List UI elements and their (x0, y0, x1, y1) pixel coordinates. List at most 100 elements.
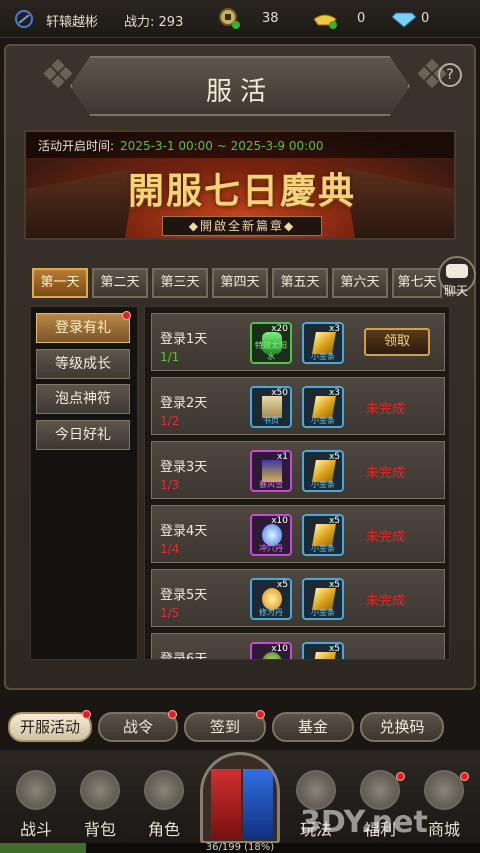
item-count: x3 (328, 324, 340, 334)
backpack-icon (80, 770, 120, 810)
coin-value: 38 (262, 11, 279, 26)
item-slot[interactable]: x5 小金条 (302, 578, 344, 620)
diamond-icon[interactable] (392, 7, 416, 29)
helmet-icon (144, 770, 184, 810)
notification-dot (82, 710, 91, 719)
help-icon[interactable]: ? (438, 63, 462, 87)
notification-dot (168, 710, 177, 719)
portal-red-gate (211, 769, 241, 839)
item-slot[interactable]: x5 修为丹 (250, 578, 292, 620)
item-name: 暴风雪 (259, 480, 283, 489)
event-time-bar: 活动开启时间: 2025-3-1 00:00 ~ 2025-3-9 00:00 (26, 132, 454, 158)
reward-row-day-3: 登录3天 1/3 x1 暴风雪 x5 小金条 未完成 (151, 441, 445, 499)
item-name: 冲穴丹 (259, 544, 283, 553)
tab-day-1[interactable]: 第一天 (32, 268, 88, 298)
reward-row-day-1: 登录1天 1/1 x20 特效太阳水 x3 小金条 领取 (151, 313, 445, 371)
item-name: 小金条 (311, 480, 335, 489)
menu-level-growth[interactable]: 等级成长 (36, 349, 130, 379)
item-count: x10 (271, 644, 288, 654)
power-value: 293 (158, 15, 184, 30)
item-slot[interactable]: x1 暴风雪 (250, 450, 292, 492)
nav-battle[interactable]: 战斗 (6, 770, 66, 840)
reward-row-day-4: 登录4天 1/4 x10 冲穴丹 x5 小金条 未完成 (151, 505, 445, 563)
portal-blue-gate (243, 769, 273, 839)
notification-dot (256, 710, 265, 719)
item-count: x5 (328, 452, 340, 462)
row-progress: 1/1 (160, 350, 180, 364)
tab-day-7[interactable]: 第七天 (392, 268, 442, 298)
item-count: x1 (276, 452, 288, 462)
item-slot[interactable]: x50 书页 (250, 386, 292, 428)
tab-day-6[interactable]: 第六天 (332, 268, 388, 298)
event-time-value: 2025-3-1 00:00 ~ 2025-3-9 00:00 (120, 139, 324, 153)
item-slot[interactable]: x3 小金条 (302, 322, 344, 364)
status-incomplete: 未完成 (366, 466, 406, 481)
item-name: 小金条 (311, 608, 335, 617)
item-name: 修为丹 (259, 608, 283, 617)
reward-row-day-5: 登录5天 1/5 x5 修为丹 x5 小金条 未完成 (151, 569, 445, 627)
gold-ingot-icon[interactable] (312, 7, 338, 29)
item-name: 小金条 (311, 416, 335, 425)
row-title: 登录2天 (160, 396, 208, 411)
tab-day-3[interactable]: 第三天 (152, 268, 208, 298)
row-progress: 1/4 (160, 542, 180, 556)
portal-button[interactable] (200, 752, 280, 844)
item-count: x5 (328, 580, 340, 590)
nav-label: 背包 (83, 820, 116, 839)
status-incomplete: 未完成 (366, 530, 406, 545)
item-count: x10 (271, 516, 288, 526)
item-count: x5 (328, 516, 340, 526)
compass-icon (296, 770, 336, 810)
item-count: x3 (328, 388, 340, 398)
tab-redeem-code[interactable]: 兑换码 (360, 712, 444, 742)
nav-character[interactable]: 角色 (134, 770, 194, 840)
item-slot[interactable]: x20 特效太阳水 (250, 322, 292, 364)
reward-row-day-6: 登录6天 x10 x5 (151, 633, 445, 659)
watermark: 3DY.net (300, 805, 428, 840)
event-banner: 活动开启时间: 2025-3-1 00:00 ~ 2025-3-9 00:00 開… (24, 130, 456, 240)
item-count: x5 (276, 580, 288, 590)
chat-label: 聊天 (444, 284, 469, 298)
nav-bag[interactable]: 背包 (70, 770, 130, 840)
item-slot[interactable]: x10 冲穴丹 (250, 514, 292, 556)
tab-day-2[interactable]: 第二天 (92, 268, 148, 298)
tab-fund[interactable]: 基金 (272, 712, 354, 742)
nav-label: 战斗 (19, 820, 52, 839)
reward-list: 登录1天 1/1 x20 特效太阳水 x3 小金条 领取 登录2天 1/2 x5… (144, 306, 450, 660)
item-name: 小金条 (311, 352, 335, 361)
item-name: 书页 (263, 416, 279, 425)
item-count: x5 (328, 644, 340, 654)
item-name: 特效太阳水 (255, 341, 287, 361)
item-slot[interactable]: x5 (302, 642, 344, 659)
item-slot[interactable]: x10 (250, 642, 292, 659)
banner-headline: 開服七日慶典 (127, 170, 356, 212)
power-display: 战力: 293 (124, 11, 183, 30)
username: 轩辕越彬 (46, 15, 99, 30)
tab-server-event[interactable]: 开服活动 (8, 712, 92, 742)
copper-coin-icon[interactable] (218, 7, 240, 29)
status-incomplete: 未完成 (366, 402, 406, 417)
tab-battle-pass[interactable]: 战令 (98, 712, 178, 742)
item-slot[interactable]: x5 小金条 (302, 514, 344, 556)
xp-text: 36/199 (18%) (205, 842, 275, 853)
claim-button[interactable]: 领取 (364, 328, 430, 356)
notification-dot (122, 311, 131, 320)
menu-login-gift[interactable]: 登录有礼 (36, 313, 130, 343)
tab-day-4[interactable]: 第四天 (212, 268, 268, 298)
top-status-bar: 轩辕越彬 战力: 293 38 0 0 (0, 0, 480, 38)
tab-day-5[interactable]: 第五天 (272, 268, 328, 298)
menu-daily-gift[interactable]: 今日好礼 (36, 420, 130, 450)
diamond-value: 0 (421, 11, 430, 26)
menu-rune[interactable]: 泡点神符 (36, 384, 130, 414)
item-slot[interactable]: x3 小金条 (302, 386, 344, 428)
user-badge-icon[interactable] (14, 9, 34, 29)
notification-dot (396, 772, 405, 781)
ingot-value: 0 (357, 11, 366, 26)
row-progress: 1/5 (160, 606, 180, 620)
reward-row-day-2: 登录2天 1/2 x50 书页 x3 小金条 未完成 (151, 377, 445, 435)
status-incomplete: 未完成 (366, 594, 406, 609)
nav-label: 角色 (147, 820, 180, 839)
tab-sign-in[interactable]: 签到 (184, 712, 266, 742)
page-title: 服活 (205, 77, 274, 107)
item-slot[interactable]: x5 小金条 (302, 450, 344, 492)
